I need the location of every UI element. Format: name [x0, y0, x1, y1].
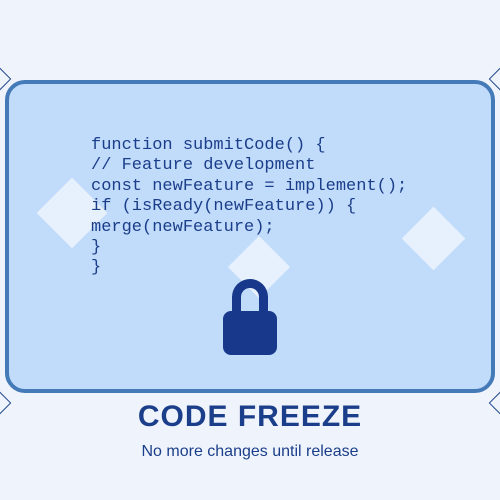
- title: CODE FREEZE: [0, 400, 500, 434]
- code-snippet: function submitCode() { // Feature devel…: [91, 136, 407, 279]
- freeze-block: function submitCode() { // Feature devel…: [5, 80, 495, 393]
- subtitle: No more changes until release: [0, 443, 500, 461]
- lock-icon: [220, 279, 280, 359]
- ice-crystal: [402, 207, 466, 271]
